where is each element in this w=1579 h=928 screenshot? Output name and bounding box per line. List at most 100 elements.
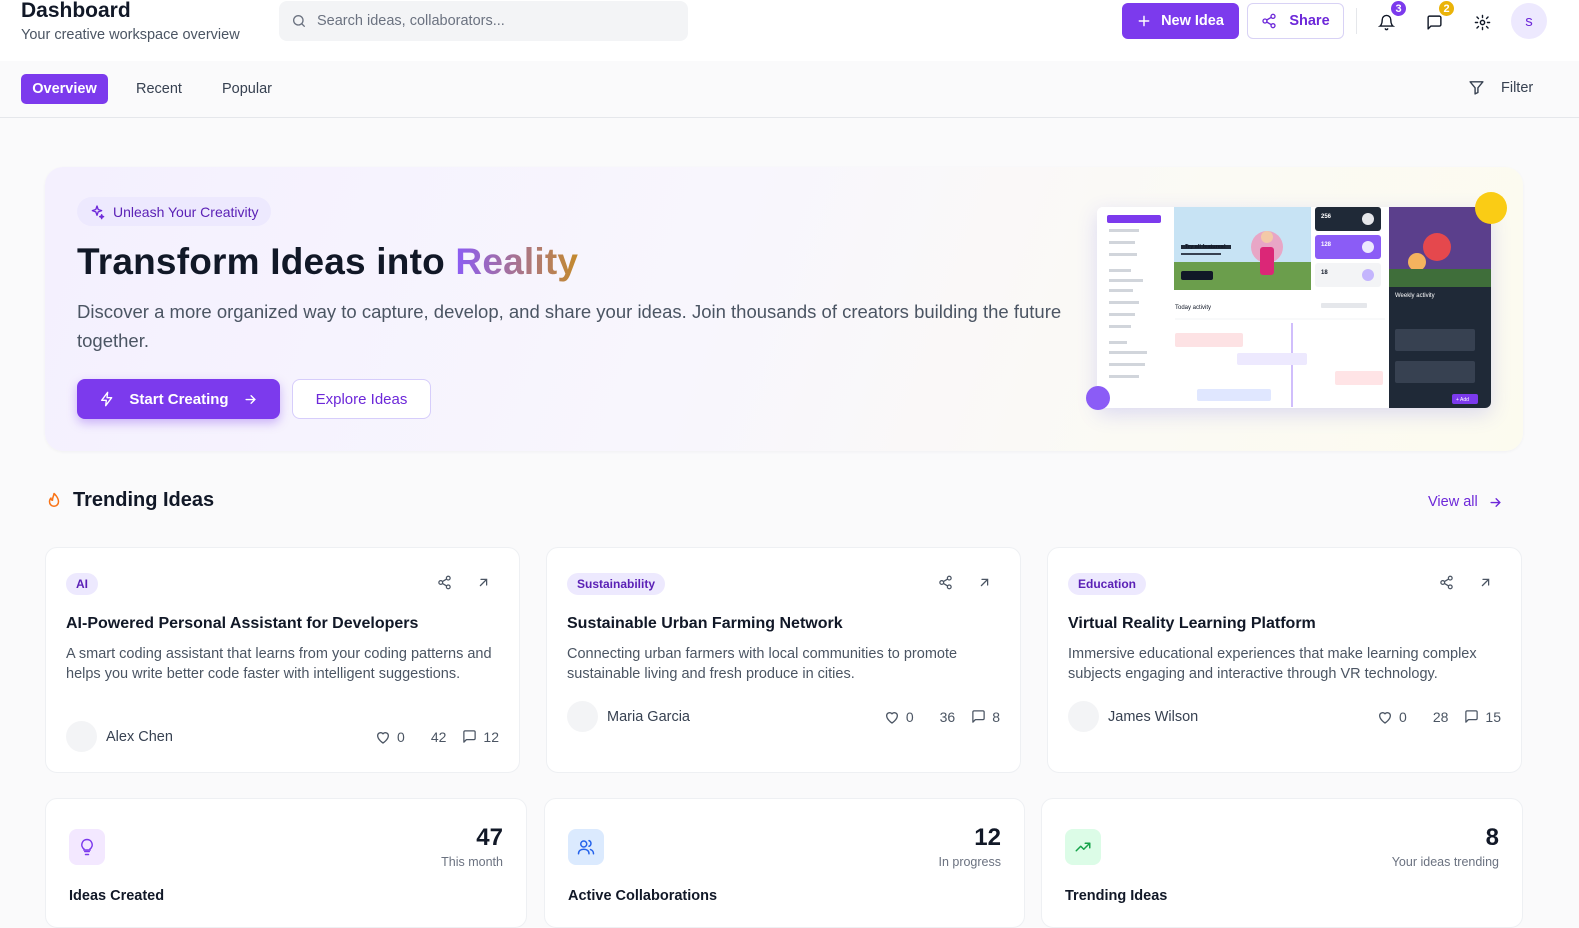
idea-description: A smart coding assistant that learns fro… xyxy=(66,646,492,682)
share-icon[interactable] xyxy=(1439,575,1454,590)
idea-tag: AI xyxy=(66,573,98,595)
share-button[interactable]: Share xyxy=(1247,3,1344,39)
mock-stat-a: 256 xyxy=(1321,214,1332,220)
stat-caption: Your ideas trending xyxy=(1391,855,1499,869)
author-name: Alex Chen xyxy=(106,728,173,745)
stat-card-ideas-created: 47 This month Ideas Created xyxy=(45,798,527,928)
settings-button[interactable] xyxy=(1468,8,1496,36)
search-input[interactable] xyxy=(317,13,677,29)
idea-title[interactable]: AI-Powered Personal Assistant for Develo… xyxy=(66,615,418,633)
filter-button[interactable]: Filter xyxy=(1468,79,1533,96)
share-icon xyxy=(1261,13,1277,29)
idea-author[interactable]: Maria Garcia xyxy=(567,701,690,732)
user-avatar[interactable]: s xyxy=(1511,3,1547,39)
idea-title[interactable]: Virtual Reality Learning Platform xyxy=(1068,615,1316,633)
comments-count: 15 xyxy=(1485,708,1501,725)
stat-label: Ideas Created xyxy=(69,888,165,904)
messages-button[interactable]: 2 xyxy=(1420,0,1456,36)
idea-tag: Education xyxy=(1068,573,1147,595)
tab-recent[interactable]: Recent xyxy=(122,74,196,104)
mock-stat-c: 18 xyxy=(1321,270,1328,276)
page-subtitle: Your creative workspace overview xyxy=(21,27,240,43)
comment-icon xyxy=(971,709,986,724)
arrow-right-icon xyxy=(1488,495,1503,510)
views-count: 42 xyxy=(430,728,447,745)
views-count: 28 xyxy=(1432,708,1449,725)
idea-card[interactable]: Sustainability Sustainable Urban Farming… xyxy=(546,547,1021,773)
notifications-badge: 3 xyxy=(1389,0,1408,18)
likes-count: 0 xyxy=(1399,708,1407,725)
new-idea-button[interactable]: New Idea xyxy=(1122,3,1239,39)
flame-icon xyxy=(45,491,63,511)
tab-overview[interactable]: Overview xyxy=(21,74,108,104)
zap-icon xyxy=(99,391,115,407)
idea-title[interactable]: Sustainable Urban Farming Network xyxy=(567,615,843,633)
heart-icon[interactable] xyxy=(375,729,391,745)
decor-dot-purple xyxy=(1086,386,1110,410)
idea-metrics: 0 42 12 xyxy=(375,729,499,745)
app-preview-graphic: Try all features! 256 128 18 Today activ… xyxy=(1097,207,1491,408)
tab-bar: Overview Recent Popular Filter xyxy=(0,61,1579,118)
idea-metrics: 0 36 8 xyxy=(884,709,1000,725)
stat-card-collaborations: 12 In progress Active Collaborations xyxy=(544,798,1025,928)
decor-dot-yellow xyxy=(1475,192,1507,224)
likes-count: 0 xyxy=(905,708,914,725)
filter-label: Filter xyxy=(1501,79,1534,96)
heart-icon[interactable] xyxy=(884,709,900,725)
gear-icon xyxy=(1474,14,1491,31)
idea-description: Immersive educational experiences that m… xyxy=(1068,646,1477,682)
idea-author[interactable]: Alex Chen xyxy=(66,721,173,752)
users-icon xyxy=(568,829,604,865)
filter-icon xyxy=(1468,79,1485,96)
explore-ideas-button[interactable]: Explore Ideas xyxy=(292,379,431,419)
idea-card[interactable]: Education Virtual Reality Learning Platf… xyxy=(1047,547,1522,773)
views-count: 36 xyxy=(939,708,956,725)
mock-stat-b: 128 xyxy=(1321,242,1332,248)
open-external-icon[interactable] xyxy=(476,575,491,590)
likes-count: 0 xyxy=(397,728,405,745)
idea-description: Connecting urban farmers with local comm… xyxy=(567,646,958,682)
arrow-right-icon xyxy=(243,392,258,407)
start-creating-button[interactable]: Start Creating xyxy=(77,379,280,419)
open-external-icon[interactable] xyxy=(977,575,992,590)
notifications-button[interactable]: 3 xyxy=(1372,0,1408,36)
sparkles-icon xyxy=(89,204,105,220)
mock-card-heading: Try all features! xyxy=(1185,244,1226,250)
view-all-link[interactable]: View all xyxy=(1428,494,1503,510)
mock-weekly-title: Weekly activity xyxy=(1395,293,1435,299)
hero-banner: Unleash Your Creativity Transform Ideas … xyxy=(45,167,1523,451)
avatar xyxy=(567,701,598,732)
stat-card-trending: 8 Your ideas trending Trending Ideas xyxy=(1041,798,1523,928)
hero-title-main: Transform Ideas into xyxy=(77,241,456,282)
share-label: Share xyxy=(1289,13,1330,29)
app-preview-illustration: Try all features! 256 128 18 Today activ… xyxy=(1097,207,1491,408)
comment-icon xyxy=(462,729,477,744)
view-all-label: View all xyxy=(1428,494,1478,510)
share-icon[interactable] xyxy=(938,575,953,590)
idea-metrics: 0 28 15 xyxy=(1377,709,1501,725)
trending-title: Trending Ideas xyxy=(73,489,215,511)
stat-label: Active Collaborations xyxy=(568,888,718,904)
open-external-icon[interactable] xyxy=(1478,575,1493,590)
idea-card[interactable]: AI AI-Powered Personal Assistant for Dev… xyxy=(45,547,520,773)
share-icon[interactable] xyxy=(437,575,452,590)
author-name: Maria Garcia xyxy=(607,708,690,725)
trending-up-icon xyxy=(1065,829,1101,865)
idea-author[interactable]: James Wilson xyxy=(1068,701,1198,732)
hero-pill-label: Unleash Your Creativity xyxy=(113,203,259,220)
messages-badge: 2 xyxy=(1437,0,1456,18)
search-bar[interactable] xyxy=(279,1,688,41)
stat-value: 8 xyxy=(1485,824,1499,851)
header-divider xyxy=(1356,8,1357,34)
hero-title-highlight: Reality xyxy=(455,241,579,282)
hero-description: Discover a more organized way to capture… xyxy=(77,301,1062,351)
tab-popular[interactable]: Popular xyxy=(208,74,286,104)
stat-caption: This month xyxy=(441,855,503,869)
trending-header: Trending Ideas xyxy=(45,489,214,512)
author-name: James Wilson xyxy=(1108,708,1199,725)
heart-icon[interactable] xyxy=(1377,709,1393,725)
top-header: Dashboard Your creative workspace overvi… xyxy=(0,0,1579,61)
start-creating-label: Start Creating xyxy=(129,390,229,408)
stat-value: 47 xyxy=(476,824,503,851)
mock-activity-title: Today activity xyxy=(1175,305,1211,311)
